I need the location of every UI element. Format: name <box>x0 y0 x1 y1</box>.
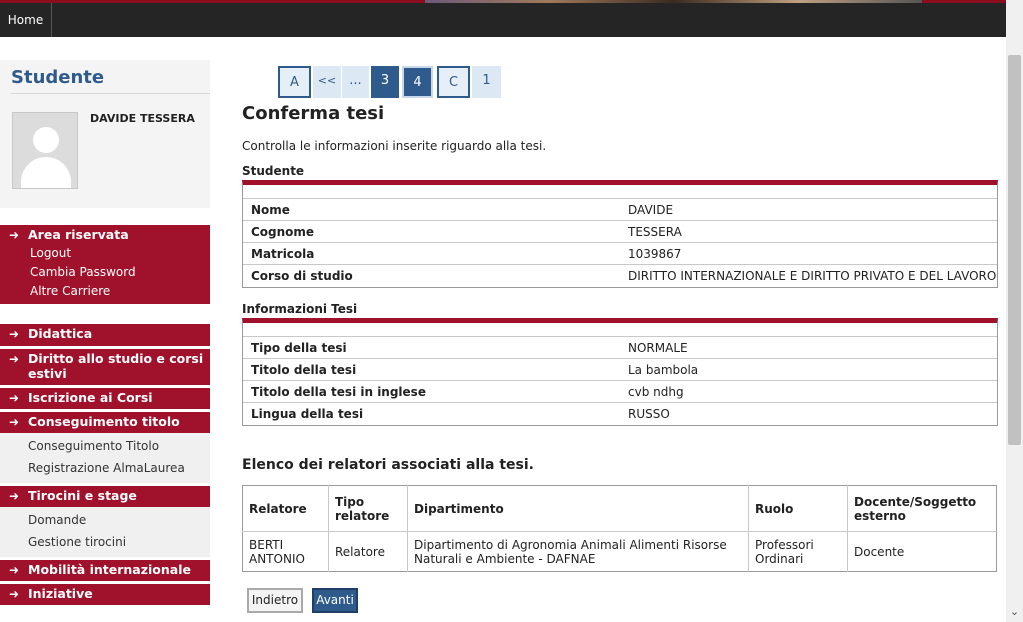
table-row: Tipo della tesi NORMALE <box>243 337 997 359</box>
menu-label: Iniziative <box>28 586 93 601</box>
avatar-head-icon <box>33 127 59 153</box>
row-value: cvb ndhg <box>628 384 684 399</box>
banner-image <box>425 0 922 3</box>
row-key: Titolo della tesi <box>251 362 357 377</box>
top-navbar: Home <box>0 0 1006 37</box>
scroll-down-icon[interactable]: ⌄ <box>1007 603 1022 621</box>
relatori-title: Elenco dei relatori associati alla tesi. <box>242 457 534 473</box>
table-row: Lingua della tesi RUSSO <box>243 403 997 425</box>
student-title: Studente <box>11 67 105 88</box>
menu-conseguimento-titolo[interactable]: ➜ Conseguimento titolo <box>0 412 210 433</box>
page-title: Conferma tesi <box>242 103 385 124</box>
menu-label: Tirocini e stage <box>28 488 137 503</box>
col-docente-esterno: Docente/Soggetto esterno <box>847 485 997 532</box>
step-a[interactable]: A <box>278 66 311 98</box>
row-key: Nome <box>251 202 290 217</box>
arrow-right-icon: ➜ <box>9 563 20 577</box>
row-key: Titolo della tesi in inglese <box>251 384 426 399</box>
main-menu: ➜ Didattica ➜ Diritto allo studio e cors… <box>0 324 210 605</box>
table-spacer <box>243 185 997 199</box>
table-row: Matricola 1039867 <box>243 243 997 265</box>
row-key: Cognome <box>251 224 315 239</box>
arrow-right-icon: ➜ <box>9 391 20 405</box>
arrow-right-icon: ➜ <box>9 352 20 366</box>
row-value: DAVIDE <box>628 202 674 217</box>
row-value: 1039867 <box>628 246 682 261</box>
scrollbar-thumb[interactable] <box>1008 55 1021 445</box>
menu-label: Didattica <box>28 326 93 341</box>
cell-tipo-relatore: Relatore <box>328 531 408 572</box>
relatori-table: Relatore Tipo relatore Dipartimento Ruol… <box>242 485 997 572</box>
home-link[interactable]: Home <box>0 3 52 37</box>
menu-item-altre-carriere[interactable]: Altre Carriere <box>0 283 210 304</box>
arrow-right-icon: ➜ <box>9 228 20 242</box>
student-info-table: Nome DAVIDE Cognome TESSERA Matricola 10… <box>242 180 998 288</box>
divider <box>11 93 210 94</box>
menu-area-riservata[interactable]: ➜ Area riservata <box>0 225 210 245</box>
step-prev[interactable]: << <box>313 66 341 98</box>
menu-item-cambia-password[interactable]: Cambia Password <box>0 264 210 283</box>
row-value: NORMALE <box>628 340 688 355</box>
table-header-row: Relatore Tipo relatore Dipartimento Ruol… <box>242 485 997 532</box>
arrow-right-icon: ➜ <box>9 489 20 503</box>
menu-iniziative[interactable]: ➜ Iniziative <box>0 584 210 605</box>
row-value: La bambola <box>628 362 699 377</box>
section-label-informazioni-tesi: Informazioni Tesi <box>242 302 358 316</box>
table-row: Titolo della tesi in inglese cvb ndhg <box>243 381 997 403</box>
table-row: Cognome TESSERA <box>243 221 997 243</box>
col-ruolo: Ruolo <box>748 485 848 532</box>
step-ellipsis[interactable]: ... <box>342 66 369 98</box>
menu-label: Area riservata <box>28 227 129 242</box>
cell-docente-esterno: Docente <box>854 544 905 559</box>
step-3[interactable]: 3 <box>371 66 399 98</box>
menu-tirocini-stage[interactable]: ➜ Tirocini e stage <box>0 486 210 507</box>
back-button[interactable]: Indietro <box>247 588 303 613</box>
section-label-studente: Studente <box>242 164 305 178</box>
avatar <box>12 112 78 189</box>
row-value: RUSSO <box>628 407 670 421</box>
menu-label: Mobilità internazionale <box>28 562 191 577</box>
menu-mobilita-internazionale[interactable]: ➜ Mobilità internazionale <box>0 560 210 581</box>
avatar-body-icon <box>21 157 71 188</box>
table-spacer <box>243 323 997 337</box>
row-key: Corso di studio <box>251 269 353 283</box>
menu-item-gestione-tirocini[interactable]: Gestione tirocini <box>0 533 210 557</box>
cell-dipartimento: Dipartimento di Agronomia Animali Alimen… <box>407 531 749 572</box>
col-tipo-relatore: Tipo relatore <box>328 485 408 532</box>
step-1[interactable]: 1 <box>472 66 501 98</box>
table-row: Titolo della tesi La bambola <box>243 359 997 381</box>
arrow-right-icon: ➜ <box>9 415 20 429</box>
row-key: Matricola <box>251 246 315 261</box>
row-key: Tipo della tesi <box>251 340 347 355</box>
step-4-current[interactable]: 4 <box>402 66 433 98</box>
thesis-info-table: Tipo della tesi NORMALE Titolo della tes… <box>242 318 998 426</box>
table-row: BERTI ANTONIO Relatore Dipartimento di A… <box>242 531 997 572</box>
col-dipartimento: Dipartimento <box>407 485 749 532</box>
menu-item-registrazione-almalaurea[interactable]: Registrazione AlmaLaurea <box>0 459 210 483</box>
next-button[interactable]: Avanti <box>312 588 358 613</box>
arrow-right-icon: ➜ <box>9 587 20 601</box>
intro-text: Controlla le informazioni inserite rigua… <box>242 139 547 153</box>
menu-label: Conseguimento titolo <box>28 414 180 429</box>
student-name: DAVIDE TESSERA <box>90 112 195 125</box>
col-relatore: Relatore <box>242 485 329 532</box>
menu-didattica[interactable]: ➜ Didattica <box>0 324 210 346</box>
cell-relatore: BERTI ANTONIO <box>242 531 329 572</box>
menu-label: Iscrizione ai Corsi <box>28 390 153 405</box>
area-riservata-menu: ➜ Area riservata Logout Cambia Password … <box>0 225 210 304</box>
step-c[interactable]: C <box>437 66 470 98</box>
table-row: Corso di studio DIRITTO INTERNAZIONALE E… <box>243 265 997 287</box>
menu-label: Diritto allo studio e corsi estivi <box>28 351 204 381</box>
row-key: Lingua della tesi <box>251 407 364 421</box>
menu-item-logout[interactable]: Logout <box>0 245 210 264</box>
menu-iscrizione-corsi[interactable]: ➜ Iscrizione ai Corsi <box>0 388 210 409</box>
menu-item-conseguimento-titolo[interactable]: Conseguimento Titolo <box>0 433 210 459</box>
row-value: TESSERA <box>628 224 682 239</box>
table-row: Nome DAVIDE <box>243 199 997 221</box>
menu-item-domande[interactable]: Domande <box>0 507 210 533</box>
menu-diritto-allo-studio[interactable]: ➜ Diritto allo studio e corsi estivi <box>0 349 210 385</box>
cell-ruolo: Professori Ordinari <box>748 531 848 572</box>
row-value: DIRITTO INTERNAZIONALE E DIRITTO PRIVATO… <box>628 269 997 283</box>
arrow-right-icon: ➜ <box>9 327 20 341</box>
